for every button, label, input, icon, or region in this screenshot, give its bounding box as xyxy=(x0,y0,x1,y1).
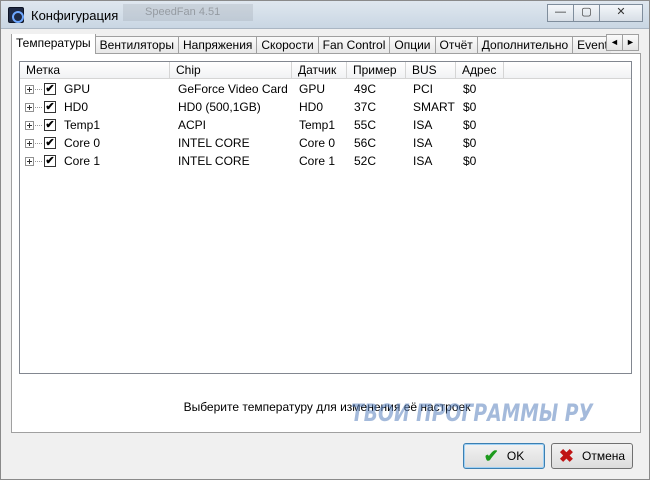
cell-address: $0 xyxy=(463,154,477,168)
tree-connector xyxy=(35,143,42,144)
cell-bus: ISA xyxy=(413,136,433,150)
cell-label: Core 1 xyxy=(64,154,101,168)
cell-label: Temp1 xyxy=(64,118,101,132)
cell-address: $0 xyxy=(463,118,477,132)
cell-sample: 37C xyxy=(354,100,377,114)
expand-icon[interactable] xyxy=(25,157,34,166)
tab-log[interactable]: Отчёт xyxy=(434,36,478,54)
tab-fan-control[interactable]: Fan Control xyxy=(317,36,391,54)
column-header-address[interactable]: Адрес xyxy=(456,62,504,79)
table-row[interactable]: ✔ Temp1 ACPI Temp1 55C ISA $0 xyxy=(20,116,631,134)
scroll-right-icon[interactable]: ► xyxy=(622,34,639,51)
expand-icon[interactable] xyxy=(25,139,34,148)
tab-temperatures[interactable]: Температуры xyxy=(11,34,96,54)
close-button[interactable]: ✕ xyxy=(599,4,643,22)
window-controls: — ▢ ✕ xyxy=(547,4,643,22)
table-row[interactable]: ✔ Core 1 INTEL CORE Core 1 52C ISA $0 xyxy=(20,152,631,170)
tab-options[interactable]: Опции xyxy=(389,36,436,54)
scroll-left-icon[interactable]: ◄ xyxy=(606,34,623,51)
ok-button-label: OK xyxy=(506,449,525,463)
cell-chip: INTEL CORE xyxy=(178,136,250,150)
minimize-button[interactable]: — xyxy=(547,4,574,22)
column-header-sample[interactable]: Пример xyxy=(347,62,406,79)
maximize-button[interactable]: ▢ xyxy=(573,4,600,22)
background-window-title: SpeedFan 4.51 xyxy=(123,4,253,21)
expand-icon[interactable] xyxy=(25,121,34,130)
watermark: ТВОИ ПРОГРАММЫ РУ xyxy=(351,399,593,427)
column-header-sensor[interactable]: Датчик xyxy=(292,62,347,79)
tab-advanced[interactable]: Дополнительно xyxy=(476,36,574,54)
cell-address: $0 xyxy=(463,82,477,96)
cell-sample: 52C xyxy=(354,154,377,168)
table-row[interactable]: ✔ HD0 HD0 (500,1GB) HD0 37C SMART $0 xyxy=(20,98,631,116)
config-dialog: Конфигурация SpeedFan 4.51 — ▢ ✕ Темпера… xyxy=(0,0,650,480)
table-row[interactable]: ✔ Core 0 INTEL CORE Core 0 56C ISA $0 xyxy=(20,134,631,152)
cancel-button[interactable]: ✖ Отмена xyxy=(551,443,633,469)
app-icon xyxy=(8,7,24,23)
list-header: Метка Chip Датчик Пример BUS Адрес xyxy=(20,62,631,80)
cell-chip: INTEL CORE xyxy=(178,154,250,168)
cell-sample: 55C xyxy=(354,118,377,132)
row-checkbox[interactable]: ✔ xyxy=(44,155,56,167)
cell-sensor: Temp1 xyxy=(299,118,336,132)
ok-button[interactable]: ✔ OK xyxy=(463,443,545,469)
cell-sensor: GPU xyxy=(299,82,326,96)
row-checkbox[interactable]: ✔ xyxy=(44,101,56,113)
cell-chip: ACPI xyxy=(178,118,207,132)
cell-sensor: Core 0 xyxy=(299,136,336,150)
tab-fans[interactable]: Вентиляторы xyxy=(94,36,179,54)
window-title: Конфигурация xyxy=(31,8,119,23)
cell-sample: 56C xyxy=(354,136,377,150)
cell-label: Core 0 xyxy=(64,136,101,150)
cell-label: GPU xyxy=(64,82,91,96)
row-checkbox[interactable]: ✔ xyxy=(44,137,56,149)
cell-bus: PCI xyxy=(413,82,434,96)
table-row[interactable]: ✔ GPU GeForce Video Card GPU 49C PCI $0 xyxy=(20,80,631,98)
check-icon: ✔ xyxy=(483,446,499,466)
tree-connector xyxy=(35,161,42,162)
row-checkbox[interactable]: ✔ xyxy=(44,119,56,131)
sensor-list[interactable]: Метка Chip Датчик Пример BUS Адрес ✔ GPU… xyxy=(19,61,632,374)
tree-connector xyxy=(35,107,42,108)
tab-strip: Температуры Вентиляторы Напряжения Скоро… xyxy=(11,34,611,54)
cell-sensor: HD0 xyxy=(299,100,324,114)
cell-bus: SMART xyxy=(413,100,455,114)
tab-scroll-buttons: ◄ ► xyxy=(606,34,639,51)
expand-icon[interactable] xyxy=(25,103,34,112)
cell-label: HD0 xyxy=(64,100,89,114)
column-header-empty xyxy=(504,62,631,79)
tree-connector xyxy=(35,125,42,126)
cell-chip: HD0 (500,1GB) xyxy=(178,100,261,114)
temperatures-panel: Метка Chip Датчик Пример BUS Адрес ✔ GPU… xyxy=(11,53,641,433)
title-bar[interactable]: Конфигурация SpeedFan 4.51 — ▢ ✕ xyxy=(1,1,649,29)
column-header-bus[interactable]: BUS xyxy=(406,62,456,79)
tab-speeds[interactable]: Скорости xyxy=(256,36,319,54)
column-header-chip[interactable]: Chip xyxy=(170,62,292,79)
tab-voltages[interactable]: Напряжения xyxy=(177,36,258,54)
cancel-button-label: Отмена xyxy=(582,449,626,463)
cell-address: $0 xyxy=(463,136,477,150)
expand-icon[interactable] xyxy=(25,85,34,94)
cell-chip: GeForce Video Card xyxy=(178,82,288,96)
cell-bus: ISA xyxy=(413,118,433,132)
cell-bus: ISA xyxy=(413,154,433,168)
column-header-label[interactable]: Метка xyxy=(20,62,170,79)
cell-sample: 49C xyxy=(354,82,377,96)
row-checkbox[interactable]: ✔ xyxy=(44,83,56,95)
cross-icon: ✖ xyxy=(558,446,575,466)
cell-address: $0 xyxy=(463,100,477,114)
tree-connector xyxy=(35,89,42,90)
cell-sensor: Core 1 xyxy=(299,154,336,168)
